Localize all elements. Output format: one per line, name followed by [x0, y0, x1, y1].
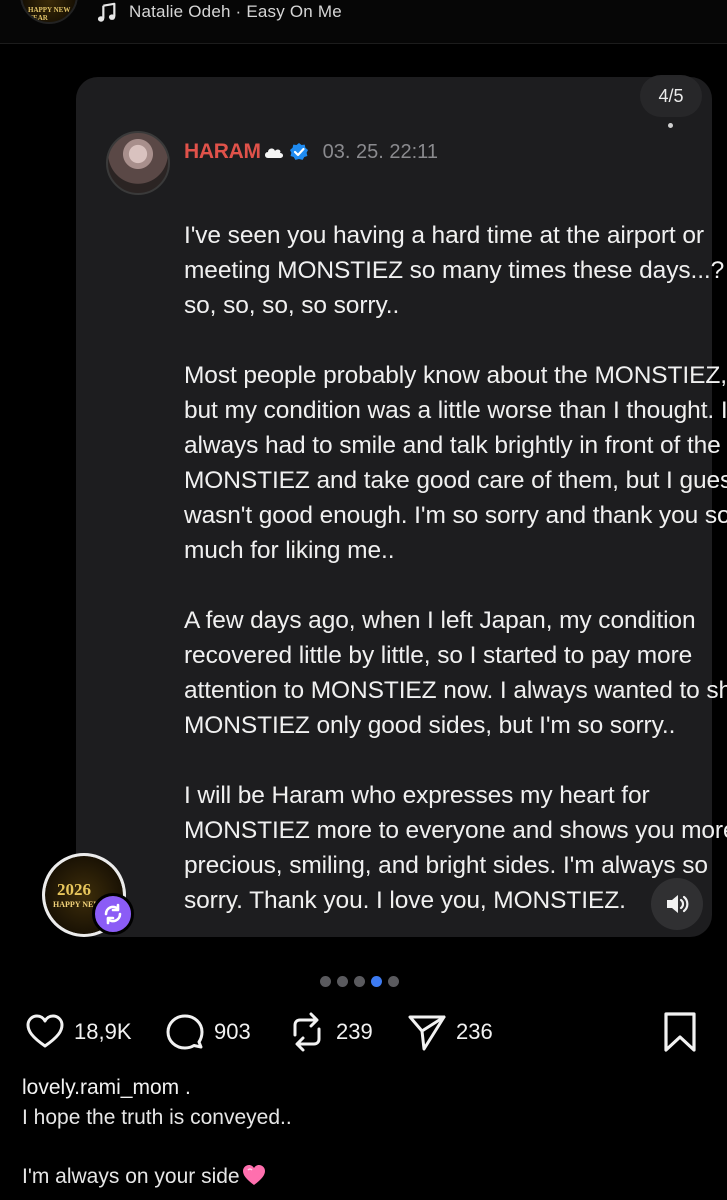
post-paragraph-3: A few days ago, when I left Japan, my co…: [184, 607, 727, 739]
avatar-artwork: HAPPY NEW YEAR: [28, 6, 71, 22]
pagination-dot-2[interactable]: [337, 976, 348, 987]
repost-icon: [293, 1012, 321, 1052]
like-button[interactable]: 18,9K: [24, 1008, 132, 1056]
share-count: 236: [456, 1019, 493, 1044]
pagination-dot-3[interactable]: [354, 976, 365, 987]
quoted-author-handle: HARAM: [184, 140, 261, 163]
quoted-author-row: HARAM 03. 25. 22:11: [184, 137, 438, 167]
share-icon: [408, 1015, 446, 1051]
repost-button[interactable]: 239: [286, 1008, 373, 1056]
verified-badge-icon: [289, 143, 308, 160]
comment-count: 903: [214, 1019, 251, 1044]
pink-heart-emoji-icon: [242, 1165, 265, 1185]
music-track[interactable]: Natalie Odeh · Easy On Me: [129, 2, 342, 22]
pagination-dot-1[interactable]: [320, 976, 331, 987]
post-paragraph-2: Most people probably know about the MONS…: [184, 362, 727, 564]
story-avatar-year: 2026: [57, 880, 91, 899]
heart-icon: [26, 1014, 64, 1048]
post-paragraph-1: I've seen you having a hard time at the …: [184, 222, 727, 319]
comment-icon: [166, 1014, 204, 1050]
refresh-icon: [104, 903, 122, 925]
counter-indicator-dot: [668, 123, 673, 128]
caption-username-suffix: .: [179, 1076, 191, 1099]
share-button[interactable]: 236: [406, 1008, 493, 1056]
post-paragraph-4: I will be Haram who expresses my heart f…: [184, 782, 727, 914]
post-media[interactable]: HARAM 03. 25. 22:11 I've seen you having…: [0, 45, 727, 955]
sound-toggle-button[interactable]: [651, 878, 703, 930]
screenshot-card: HARAM 03. 25. 22:11 I've seen you having…: [76, 77, 727, 937]
quoted-timestamp: 03. 25. 22:11: [322, 140, 438, 163]
repost-count: 239: [336, 1019, 373, 1044]
pagination-dot-4[interactable]: [371, 976, 382, 987]
speaker-icon: [667, 895, 689, 913]
caption-line-2: I'm always on your side: [22, 1165, 240, 1188]
cloud-icon: [264, 148, 283, 158]
quoted-post-body: I've seen you having a hard time at the …: [184, 218, 727, 918]
caption-header: lovely.rami_mom .: [22, 1076, 191, 1100]
caption-username[interactable]: lovely.rami_mom: [22, 1076, 179, 1099]
caption-line-2-wrap: I'm always on your side: [22, 1164, 266, 1189]
author-avatar[interactable]: HAPPY NEW YEAR: [20, 0, 78, 24]
pagination-dot-5[interactable]: [388, 976, 399, 987]
music-note-icon: [97, 2, 116, 22]
bookmark-icon[interactable]: [660, 1010, 700, 1054]
comment-button[interactable]: 903: [164, 1008, 251, 1056]
sync-badge-icon[interactable]: [92, 893, 134, 935]
caption-line-1: I hope the truth is conveyed..: [22, 1106, 292, 1129]
carousel-pagination: [320, 976, 399, 987]
like-count: 18,9K: [74, 1019, 132, 1044]
quoted-author-avatar: [106, 131, 170, 195]
top-bar: HAPPY NEW YEAR Natalie Odeh · Easy On Me: [0, 0, 727, 44]
carousel-counter: 4/5: [640, 75, 702, 117]
action-bar: 18,9K 903 239 236: [0, 1008, 727, 1056]
